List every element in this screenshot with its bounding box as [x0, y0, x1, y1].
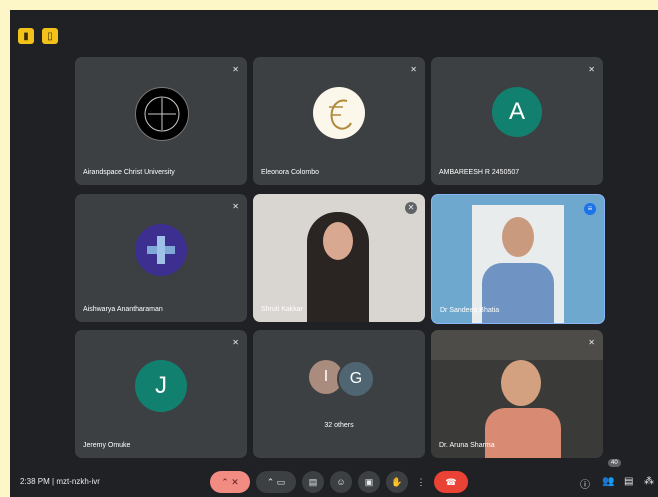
present-button[interactable]: ▣	[358, 471, 380, 493]
avatar-initial: I	[323, 368, 329, 385]
shirt	[482, 263, 554, 323]
door-icon[interactable]: ▯	[42, 28, 58, 44]
meeting-code: mzt-nzkh-ivr	[56, 477, 100, 486]
participant-tile-4[interactable]: ✕ Aishwarya Anantharaman	[75, 194, 247, 322]
chevron-up-icon[interactable]: ⌃	[267, 477, 275, 488]
participant-tile-6[interactable]: ≡ Dr Sandeep Bhatia	[431, 194, 605, 324]
meet-window: ▮ ▯ ✕ Airandspace Christ University ✕ El…	[10, 10, 658, 497]
camera-toggle-button[interactable]: ⌃ ▭	[256, 471, 296, 493]
people-icon[interactable]: 👥	[602, 476, 614, 487]
participant-name: Dr. Aruna Sharma	[439, 442, 495, 449]
participant-name: Aishwarya Anantharaman	[83, 306, 163, 313]
note-icon[interactable]: ▮	[18, 28, 34, 44]
mic-off-icon: ✕	[588, 338, 595, 347]
speaking-indicator-icon: ≡	[584, 203, 596, 215]
participant-name: Jeremy Omuke	[83, 442, 131, 449]
chevron-up-icon[interactable]: ⌃	[221, 477, 229, 488]
mic-off-icon: ✕	[588, 65, 595, 74]
participant-tile-5[interactable]: ✕ Shruti Kakkar	[253, 194, 425, 322]
emoji-icon: ☺	[336, 477, 346, 487]
saree	[485, 408, 561, 458]
mic-off-icon: ✕	[410, 65, 417, 74]
others-tile[interactable]: I G 32 others	[253, 330, 425, 458]
avatar: A	[492, 87, 542, 137]
clock-time: 2:38 PM	[20, 477, 50, 486]
participant-name: Airandspace Christ University	[83, 169, 175, 176]
avatar: J	[135, 360, 187, 412]
participant-tile-9[interactable]: ✕ Dr. Aruna Sharma	[431, 330, 603, 458]
avatar-initial: A	[508, 98, 525, 125]
monogram-logo-icon	[329, 99, 352, 130]
chat-icon[interactable]: ▤	[624, 476, 633, 487]
info-icon[interactable]: ⓘ	[580, 476, 590, 491]
mic-off-icon: ✕	[232, 65, 239, 74]
face	[501, 360, 541, 406]
hand-icon: ✋	[391, 476, 403, 487]
avatar	[135, 87, 189, 141]
avatar-initial: G	[349, 370, 363, 387]
participant-tile-3[interactable]: A ✕ AMBAREESH R 2450507	[431, 57, 603, 185]
participant-tile-1[interactable]: ✕ Airandspace Christ University	[75, 57, 247, 185]
raise-hand-button[interactable]: ✋	[386, 471, 408, 493]
activities-icon[interactable]: ⁂	[644, 476, 654, 487]
avatar	[313, 87, 365, 139]
others-count-label: 32 others	[324, 422, 354, 429]
avatar	[135, 224, 187, 276]
camera-icon: ▭	[276, 476, 286, 487]
meeting-info: 2:38 PM | mzt-nzkh-ivr	[20, 477, 100, 486]
avatar: G	[337, 360, 375, 398]
captions-button[interactable]: ▤	[302, 471, 324, 493]
participant-name: Dr Sandeep Bhatia	[440, 307, 500, 314]
mic-off-icon: ✕	[231, 476, 239, 487]
avatar-initial: J	[155, 372, 167, 399]
face	[323, 222, 353, 260]
more-vert-icon: ⋮	[416, 476, 426, 487]
space-station-icon	[147, 236, 175, 264]
top-left-icons: ▮ ▯	[18, 28, 58, 44]
leave-call-button[interactable]: ☎	[434, 471, 468, 493]
face	[502, 217, 534, 257]
participant-name: Eleonora Colombo	[261, 169, 319, 176]
mic-off-icon: ✕	[232, 338, 239, 347]
mic-off-icon: ✕	[232, 202, 239, 211]
participants-count-badge: 40	[608, 459, 621, 467]
mic-toggle-button[interactable]: ⌃ ✕	[210, 471, 250, 493]
participant-tile-7[interactable]: J ✕ Jeremy Omuke	[75, 330, 247, 458]
emoji-button[interactable]: ☺	[330, 471, 352, 493]
university-logo-icon	[144, 96, 180, 132]
captions-icon: ▤	[308, 476, 318, 487]
bottom-toolbar: 2:38 PM | mzt-nzkh-ivr ⌃ ✕ ⌃ ▭ ▤ ☺ ▣ ✋ ⋮…	[10, 459, 658, 497]
more-options-button[interactable]: ⋮	[414, 471, 428, 493]
phone-hangup-icon: ☎	[445, 476, 457, 487]
present-icon: ▣	[364, 476, 374, 487]
mic-off-icon: ✕	[405, 202, 417, 214]
ceiling-background	[431, 330, 603, 360]
participant-name: Shruti Kakkar	[261, 306, 304, 313]
participant-name: AMBAREESH R 2450507	[439, 169, 520, 176]
participant-tile-2[interactable]: ✕ Eleonora Colombo	[253, 57, 425, 185]
